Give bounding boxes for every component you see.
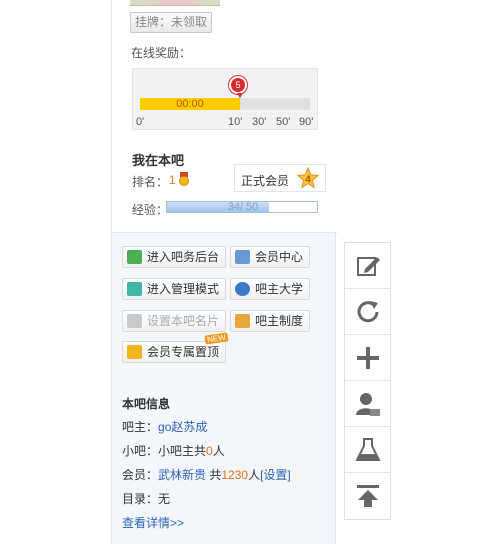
plus-icon [357,347,379,369]
owner-row: 吧主：go赵苏成 [122,418,207,435]
manage-mode-label: 进入管理模式 [147,282,220,296]
member-settings-link[interactable]: [设置] [260,468,291,482]
online-reward-label: 在线奖励： [131,46,192,60]
admin-panel-button[interactable]: 进入吧务后台 [122,246,227,268]
tick-label: 50' [276,116,291,128]
member-pin-icon [127,345,142,359]
lab-flask-icon [355,438,381,461]
member-center-icon [235,250,250,264]
catalog-value: 无 [158,492,171,506]
member-center-label: 会员中心 [255,250,304,264]
gift-badge: 5 [235,80,241,90]
hang-badge-button[interactable]: 挂牌：未领取 [130,12,212,33]
experience-label: 经验： [132,203,169,217]
edit-button[interactable] [345,243,390,289]
user-card: 挂牌：未领取 在线奖励： 5 00:00 0' 10' 30' 50' 90' … [112,0,337,232]
bazhu-university-label: 吧主大学 [255,282,304,296]
tick-label: 30' [252,116,267,128]
back-to-top-icon [357,485,379,507]
rank-value: 1 [169,173,176,187]
admin-panel-icon [127,250,142,264]
new-badge: NEW [204,332,229,345]
member-total-prefix: 共 [206,468,222,482]
bazhu-rules-icon [235,314,250,328]
medal-icon [179,172,189,186]
catalog-label: 目录： [122,492,159,506]
member-pin-button[interactable]: 会员专属置顶 NEW [122,332,229,363]
small-owner-label: 小吧： [122,444,159,458]
bazhu-rules-button[interactable]: 吧主制度 [230,310,311,332]
bazhu-university-button[interactable]: 吧主大学 [230,278,311,300]
manage-mode-icon [127,282,142,296]
edit-icon [357,257,380,276]
experience-bar: 34/ 50 [166,201,318,213]
member-level-label: 正式会员 [241,174,290,188]
admin-panel-label: 进入吧务后台 [147,250,220,264]
reward-timer-bar: 00:00 [140,98,310,110]
set-bar-card-icon [127,314,142,328]
owner-link[interactable]: go赵苏成 [158,420,207,434]
back-to-top-button[interactable] [345,473,390,519]
decoration-banner [130,0,220,6]
member-name-link[interactable]: 武林新贵 [158,468,206,482]
member-label: 会员： [122,468,159,482]
owner-label: 吧主： [122,420,159,434]
user-feedback-button[interactable] [345,381,390,427]
small-owner-row: 小吧：小吧主共0人 [122,442,225,459]
set-bar-card-button[interactable]: 设置本吧名片 [122,310,227,332]
refresh-button[interactable] [345,289,390,335]
tick-label: 0' [136,116,145,128]
rank-label: 排名： [132,175,169,189]
add-button[interactable] [345,335,390,381]
member-pin-label: 会员专属置顶 [147,345,220,359]
member-center-button[interactable]: 会员中心 [230,246,311,268]
user-feedback-icon [356,393,380,416]
lab-button[interactable] [345,427,390,473]
small-owner-count: 0 [206,444,213,458]
member-total-suffix: 人 [248,468,261,482]
small-owner-suffix: 人 [212,444,225,458]
my-bar-title: 我在本吧 [132,153,185,168]
reward-timer-text: 00:00 [176,98,204,110]
section-divider [112,232,337,233]
bar-info-title: 本吧信息 [122,397,171,411]
set-bar-card-label: 设置本吧名片 [147,314,220,328]
manage-mode-button[interactable]: 进入管理模式 [122,278,227,300]
gift-icon[interactable]: 5 [229,76,247,98]
refresh-icon [357,301,379,323]
experience-text: 34/ 50 [227,201,259,213]
member-row: 会员：武林新贵 共1230人[设置] [122,466,291,483]
small-owner-prefix: 小吧主共 [158,444,207,458]
bazhu-university-icon [235,282,250,296]
tick-label: 10' [228,116,243,128]
tick-label: 90' [299,116,314,128]
member-level-card[interactable]: 正式会员 4 [234,164,326,192]
floating-toolbar [344,242,391,520]
bazhu-rules-label: 吧主制度 [255,314,304,328]
member-count: 1230 [221,468,249,482]
level-number: 4 [305,175,311,186]
forum-sidebar: 挂牌：未领取 在线奖励： 5 00:00 0' 10' 30' 50' 90' … [111,0,337,544]
catalog-row: 目录：无 [122,490,170,507]
level-star-icon: 4 [297,167,319,189]
view-details-link[interactable]: 查看详情>> [122,514,184,531]
